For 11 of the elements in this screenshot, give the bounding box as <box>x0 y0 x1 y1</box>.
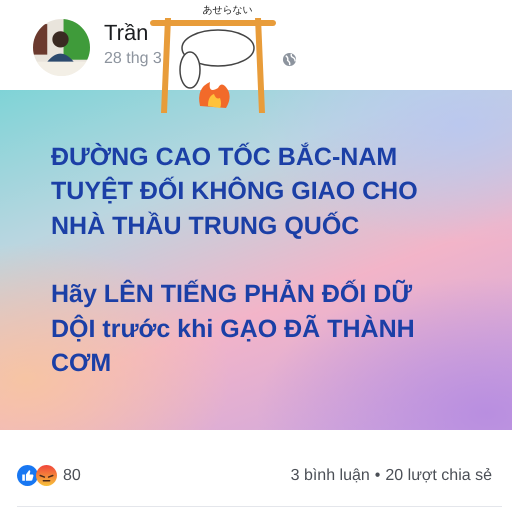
comment-count[interactable]: 3 bình luận <box>290 466 370 484</box>
share-count[interactable]: 20 lượt chia sẻ <box>385 466 492 484</box>
author-name[interactable]: Trần <box>104 20 148 46</box>
sticker-caption: あせらない <box>202 6 252 16</box>
globe-icon <box>282 52 297 66</box>
separator-dot: • <box>374 466 380 484</box>
like-icon <box>17 465 38 486</box>
post-text: ĐƯỜNG CAO TỐC BẮC-NAM TUYỆT ĐỐI KHÔNG GIAO CHO NHÀ THẦU TRUNG QUỐC <box>51 142 419 242</box>
angry-icon <box>36 465 57 486</box>
reaction-count[interactable]: 80 <box>63 466 81 484</box>
post-text: Hãy LÊN TIẾNG PHẢN ĐỐI DỮ DỘI trước khi GẠO ĐÃ THÀNH CƠM <box>51 278 416 379</box>
